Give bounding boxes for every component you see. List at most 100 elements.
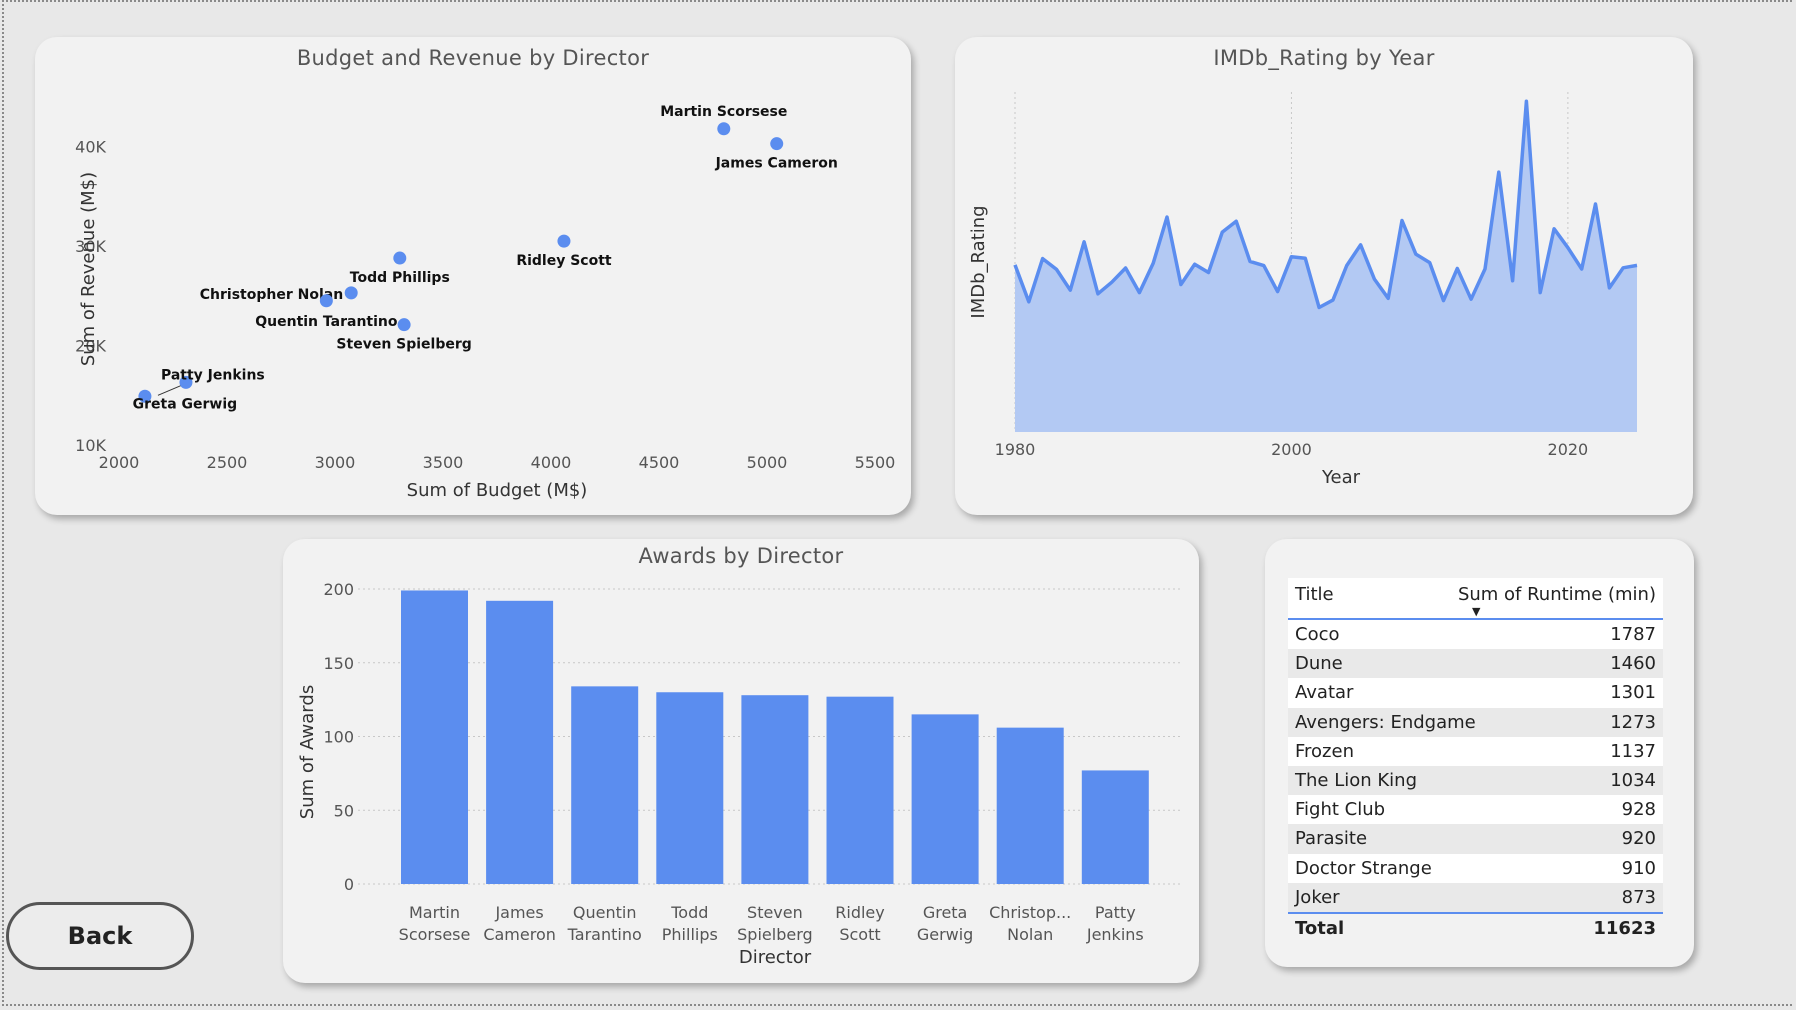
bar — [571, 686, 639, 884]
y-axis-title: Sum of Awards — [297, 685, 318, 819]
bar — [826, 696, 894, 884]
scatter-point — [319, 294, 333, 308]
category-label: Patty — [1095, 903, 1136, 922]
row-title: Joker — [1295, 886, 1340, 908]
y-tick-label: 0 — [344, 875, 354, 894]
x-tick-label: 1980 — [995, 440, 1036, 459]
category-label: Quentin — [573, 903, 637, 922]
y-tick-label: 40K — [75, 138, 106, 157]
category-label: Nolan — [1007, 925, 1053, 944]
category-label: Greta — [923, 903, 968, 922]
bar — [741, 695, 809, 884]
row-title: Avengers: Endgame — [1295, 711, 1476, 733]
row-runtime: 928 — [1621, 799, 1656, 821]
x-tick-label: 2500 — [207, 453, 248, 472]
scatter-chart: 2000 2500 3000 3500 4000 4500 5000 550010K20K30… — [75, 104, 896, 501]
table-row[interactable]: Dune 1460 — [1288, 649, 1663, 679]
sort-desc-icon: ▼ — [1472, 605, 1481, 618]
x-tick-label: 5500 — [855, 453, 896, 472]
category-label: Spielberg — [737, 925, 813, 944]
line-card: IMDb_Rating by Year 1980 2000 2020 Year IMDb… — [955, 37, 1693, 515]
scatter-point — [393, 251, 407, 265]
row-runtime: 1787 — [1610, 624, 1656, 646]
category-label: Tarantino — [567, 925, 642, 944]
x-tick-label: 3500 — [423, 453, 464, 472]
x-tick-label: 3000 — [315, 453, 356, 472]
x-tick-label: 5000 — [747, 453, 788, 472]
y-tick-label: 100 — [323, 728, 354, 747]
scatter-card: Budget and Revenue by Director 2000 2500 3… — [35, 37, 911, 515]
row-title: The Lion King — [1295, 770, 1418, 792]
bar — [996, 727, 1064, 884]
x-axis-title: Sum of Budget (M$) — [407, 480, 588, 501]
point-label: Martin Scorsese — [660, 104, 787, 120]
point-label: Ridley Scott — [516, 253, 612, 269]
row-runtime: 1034 — [1610, 770, 1656, 792]
y-tick-label: 200 — [323, 580, 354, 599]
table-row[interactable]: Avengers: Endgame 1273 — [1288, 707, 1663, 737]
row-runtime: 910 — [1621, 857, 1656, 879]
bar — [1081, 770, 1149, 884]
x-tick-label: 2000 — [99, 453, 140, 472]
scatter-point — [770, 137, 784, 151]
point-label: Patty Jenkins — [161, 367, 265, 383]
category-label: Cameron — [483, 925, 556, 944]
category-label: Steven — [747, 903, 803, 922]
table-row[interactable]: Parasite 920 — [1288, 824, 1663, 854]
row-runtime: 873 — [1621, 886, 1656, 908]
row-title: Parasite — [1295, 828, 1368, 850]
category-label: Martin — [409, 903, 460, 922]
bar — [486, 600, 554, 884]
point-label: Todd Phillips — [350, 270, 450, 286]
table-row[interactable]: Fight Club 928 — [1288, 795, 1663, 825]
scatter-point — [557, 234, 571, 248]
row-title: Dune — [1295, 653, 1343, 675]
table-card: Title Sum of Runtime (min) ▼ Coco 1787 Dun… — [1265, 539, 1694, 967]
table-row[interactable]: The Lion King 1034 — [1288, 765, 1663, 796]
y-axis-title: Sum of Revenue (M$) — [78, 172, 99, 366]
table-row[interactable]: Avatar 1301 — [1288, 678, 1663, 708]
table-row[interactable]: Joker 873 — [1288, 882, 1663, 912]
table-row[interactable]: Coco 1787 — [1288, 620, 1663, 650]
leader-line — [157, 383, 185, 396]
total-value: 11623 — [1593, 918, 1656, 940]
bar — [911, 714, 979, 884]
back-button[interactable]: Back — [6, 902, 194, 970]
row-runtime: 1273 — [1610, 711, 1656, 733]
bar-chart: 0 50 100 150 200 Martin Scorsese James Cameron Qu… — [297, 580, 1181, 968]
rating-line — [1013, 99, 1638, 310]
scatter-point — [717, 122, 731, 136]
point-label: Greta Gerwig — [133, 396, 238, 412]
x-tick-label: 4500 — [639, 453, 680, 472]
row-title: Fight Club — [1295, 799, 1386, 821]
line-chart: 1980 2000 2020 Year IMDb_Rating — [968, 92, 1638, 488]
row-runtime: 920 — [1621, 828, 1656, 850]
table-total-row: Total 11623 — [1288, 911, 1663, 944]
table-header: Title Sum of Runtime (min) ▼ — [1288, 578, 1663, 618]
x-tick-label: 4000 — [531, 453, 572, 472]
row-title: Doctor Strange — [1295, 857, 1432, 879]
category-label: Gerwig — [917, 925, 974, 944]
row-title: Frozen — [1295, 740, 1354, 762]
bar — [656, 692, 724, 884]
col-runtime-header[interactable]: Sum of Runtime (min) — [1458, 584, 1656, 618]
row-runtime: 1460 — [1610, 653, 1656, 675]
runtime-table-body: Coco 1787 Dune 1460 Avatar 1301 Avengers: Endg… — [1288, 620, 1663, 912]
col-title-header[interactable]: Title — [1295, 584, 1334, 618]
y-tick-label: 10K — [75, 436, 106, 455]
table-row[interactable]: Frozen 1137 — [1288, 736, 1663, 766]
table-row[interactable]: Doctor Strange 910 — [1288, 853, 1663, 883]
category-label: James — [494, 903, 543, 922]
x-axis-title: Year — [1321, 467, 1361, 488]
category-label: Jenkins — [1086, 925, 1144, 944]
category-label: Scorsese — [399, 925, 471, 944]
scatter-point — [397, 318, 411, 332]
row-runtime: 1137 — [1610, 740, 1656, 762]
category-label: Todd — [670, 903, 708, 922]
row-title: Avatar — [1295, 682, 1354, 704]
x-tick-label: 2020 — [1548, 440, 1589, 459]
total-label: Total — [1295, 918, 1345, 940]
x-axis-title: Director — [739, 947, 812, 968]
x-tick-label: 2000 — [1271, 440, 1312, 459]
y-axis-title: IMDb_Rating — [968, 205, 989, 318]
